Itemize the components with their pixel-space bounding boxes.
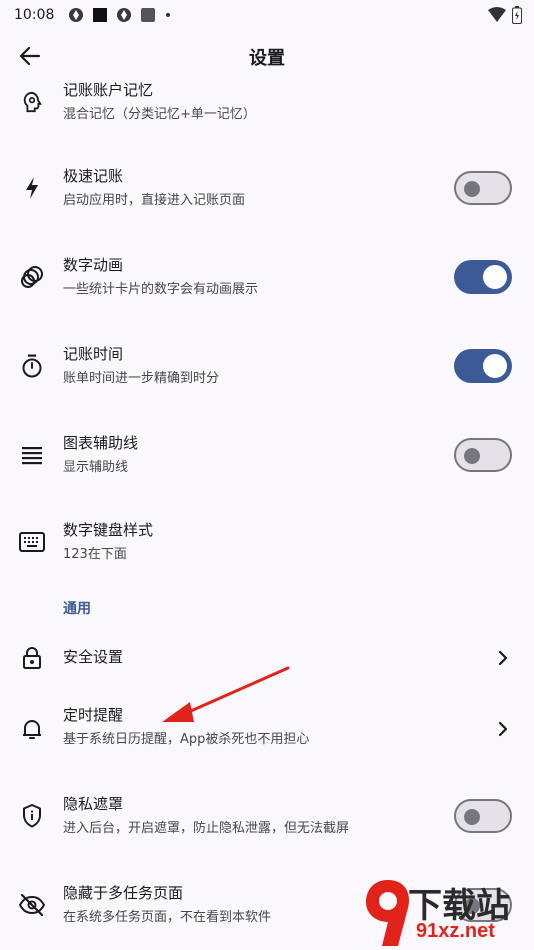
- setting-subtitle: 基于系统日历提醒，App被杀死也不用担心: [63, 732, 310, 747]
- setting-subtitle: 账单时间进一步精确到时分: [63, 371, 220, 386]
- keyboard-icon: [18, 528, 46, 556]
- notification-icons: [68, 7, 172, 23]
- page-title: 设置: [249, 48, 285, 69]
- toggle-knob: [464, 181, 480, 197]
- setting-text: 隐藏于多任务页面 在系统多任务页面，不在看到本软件: [63, 883, 271, 927]
- watermark: 下载站 91xz.net: [360, 876, 534, 950]
- bookkeeping-time-toggle[interactable]: [454, 349, 512, 383]
- setting-text: 记账账户记忆 混合记忆（分类记忆+单一记忆）: [63, 80, 256, 124]
- gray-square-icon: [141, 8, 156, 22]
- chevron-right-icon: [496, 649, 510, 667]
- setting-subtitle: 显示辅助线: [63, 460, 129, 475]
- toggle-knob: [464, 448, 480, 464]
- status-bar: 10:08: [0, 0, 534, 30]
- animation-rings-icon: [18, 263, 46, 291]
- number-animation-toggle[interactable]: [454, 260, 512, 294]
- setting-bookkeeping-time[interactable]: 记账时间 账单时间进一步精确到时分: [0, 342, 534, 402]
- lines-icon: [18, 441, 46, 469]
- battery-icon: [512, 6, 522, 24]
- setting-privacy-mask[interactable]: 隐私遮罩 进入后台，开启遮罩，防止隐私泄露，但无法截屏: [0, 792, 534, 852]
- setting-text: 数字键盘样式 123在下面: [63, 520, 153, 564]
- setting-title: 安全设置: [63, 648, 124, 666]
- setting-text: 数字动画 一些统计卡片的数字会有动画展示: [63, 255, 258, 299]
- setting-title: 数字动画: [63, 256, 124, 274]
- chart-guidelines-toggle[interactable]: [454, 438, 512, 472]
- toggle-knob: [483, 265, 507, 289]
- setting-text: 安全设置: [63, 647, 123, 667]
- wifi-icon: [488, 7, 506, 22]
- app-bar: 设置: [0, 30, 534, 80]
- setting-subtitle: 一些统计卡片的数字会有动画展示: [63, 282, 259, 297]
- flash-icon: [18, 174, 46, 202]
- setting-subtitle: 启动应用时，直接进入记账页面: [63, 193, 246, 208]
- setting-number-animation[interactable]: 数字动画 一些统计卡片的数字会有动画展示: [0, 253, 534, 313]
- setting-keypad-style[interactable]: 数字键盘样式 123在下面: [0, 518, 534, 578]
- status-time: 10:08: [14, 7, 55, 23]
- setting-title: 隐私遮罩: [63, 795, 124, 813]
- privacy-mask-toggle[interactable]: [454, 799, 512, 833]
- annotation-arrow: [162, 666, 290, 722]
- lock-icon: [18, 644, 46, 672]
- head-brain-icon: [18, 88, 46, 116]
- setting-title: 记账账户记忆: [63, 81, 154, 99]
- app-notification-icon: [69, 8, 84, 22]
- section-header-general: 通用: [63, 601, 91, 617]
- black-square-icon: [93, 8, 108, 22]
- setting-subtitle: 在系统多任务页面，不在看到本软件: [63, 910, 272, 925]
- setting-title: 记账时间: [63, 345, 124, 363]
- setting-account-memory[interactable]: 记账账户记忆 混合记忆（分类记忆+单一记忆）: [0, 80, 534, 150]
- setting-text: 图表辅助线 显示辅助线: [63, 433, 138, 477]
- setting-fast-bookkeeping[interactable]: 极速记账 启动应用时，直接进入记账页面: [0, 164, 534, 224]
- setting-subtitle: 进入后台，开启遮罩，防止隐私泄露，但无法截屏: [63, 821, 350, 836]
- shield-info-icon: [18, 802, 46, 830]
- setting-title: 隐藏于多任务页面: [63, 884, 184, 902]
- app-notification-icon-2: [117, 8, 132, 22]
- setting-text: 极速记账 启动应用时，直接进入记账页面: [63, 166, 245, 210]
- watermark-text-url: 91xz.net: [416, 920, 495, 942]
- timer-icon: [18, 352, 46, 380]
- bell-icon: [18, 715, 46, 743]
- fast-bookkeeping-toggle[interactable]: [454, 171, 512, 205]
- setting-title: 数字键盘样式: [63, 521, 154, 539]
- eye-off-icon: [18, 891, 46, 919]
- more-dot-icon: [166, 13, 171, 17]
- toggle-knob: [483, 354, 507, 378]
- setting-text: 隐私遮罩 进入后台，开启遮罩，防止隐私泄露，但无法截屏: [63, 794, 349, 838]
- chevron-right-icon: [496, 720, 510, 738]
- setting-title: 图表辅助线: [63, 434, 139, 452]
- setting-subtitle: 123在下面: [63, 547, 127, 562]
- setting-title: 极速记账: [63, 167, 124, 185]
- toggle-knob: [464, 809, 480, 825]
- setting-text: 记账时间 账单时间进一步精确到时分: [63, 344, 219, 388]
- watermark-logo-icon: [366, 880, 410, 946]
- setting-subtitle: 混合记忆（分类记忆+单一记忆）: [63, 107, 256, 122]
- setting-chart-guidelines[interactable]: 图表辅助线 显示辅助线: [0, 431, 534, 491]
